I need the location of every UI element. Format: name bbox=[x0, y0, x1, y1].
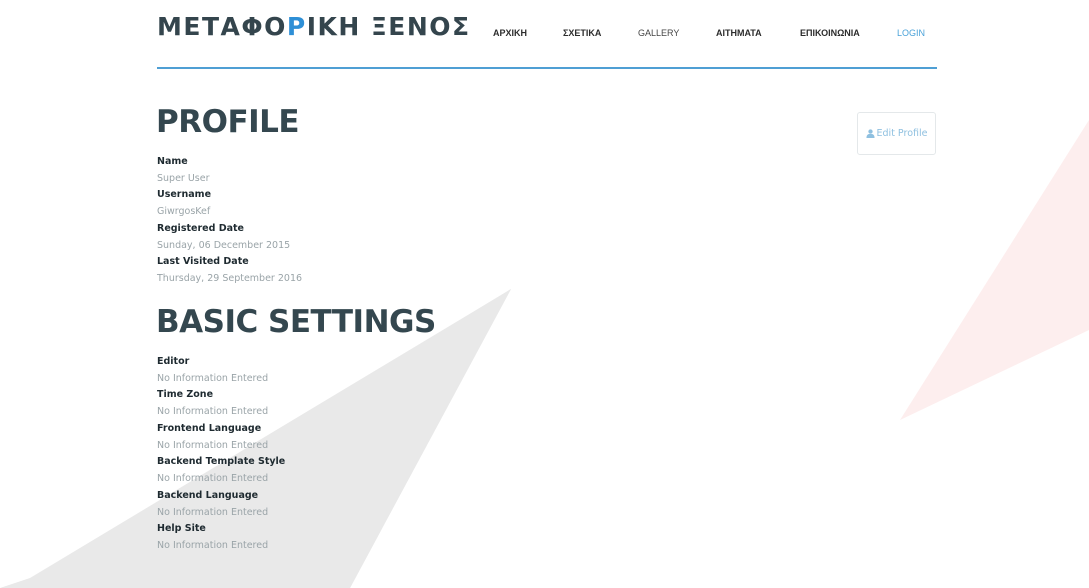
field-value-name: Super User bbox=[157, 173, 210, 184]
field-label-name: Name bbox=[157, 156, 188, 167]
header-divider bbox=[157, 67, 937, 69]
edit-profile-label: Edit Profile bbox=[876, 128, 928, 139]
nav-item-login[interactable]: LOGIN bbox=[897, 28, 925, 38]
field-value-help-site: No Information Entered bbox=[157, 540, 269, 551]
basic-settings-title: BASIC SETTINGS bbox=[156, 304, 436, 340]
nav-item-requests[interactable]: ΑΙΤΗΜΑΤΑ bbox=[716, 28, 762, 38]
nav-item-contact[interactable]: ΕΠΙΚΟΙΝΩΝΙΑ bbox=[800, 28, 860, 38]
field-value-editor: No Information Entered bbox=[157, 373, 269, 384]
field-label-registered-date: Registered Date bbox=[157, 223, 244, 234]
field-value-username: GiwrgosKef bbox=[157, 206, 211, 217]
field-label-backend-template-style: Backend Template Style bbox=[157, 456, 286, 467]
logo-text-accent: Ρ bbox=[286, 12, 307, 41]
field-value-backend-language: No Information Entered bbox=[157, 507, 269, 518]
field-value-last-visited-date: Thursday, 29 September 2016 bbox=[157, 273, 303, 284]
field-value-frontend-language: No Information Entered bbox=[157, 440, 269, 451]
page: ΜΕΤΑΦΟΡΙΚΗ ΞΕΝΟΣ ΑΡΧΙΚΗ ΣΧΕΤΙΚΑ GALLERY … bbox=[0, 0, 1089, 588]
nav-item-about[interactable]: ΣΧΕΤΙΚΑ bbox=[563, 28, 601, 38]
field-value-registered-date: Sunday, 06 December 2015 bbox=[157, 240, 291, 251]
site-logo[interactable]: ΜΕΤΑΦΟΡΙΚΗ ΞΕΝΟΣ bbox=[157, 12, 471, 41]
field-label-time-zone: Time Zone bbox=[157, 389, 214, 400]
nav-item-home[interactable]: ΑΡΧΙΚΗ bbox=[493, 28, 527, 38]
field-label-help-site: Help Site bbox=[157, 523, 206, 534]
logo-text-part2: ΙΚΗ ΞΕΝΟΣ bbox=[306, 12, 471, 41]
field-label-backend-language: Backend Language bbox=[157, 490, 259, 501]
field-label-editor: Editor bbox=[157, 356, 190, 367]
user-icon bbox=[865, 129, 875, 138]
nav-item-gallery[interactable]: GALLERY bbox=[638, 28, 679, 38]
logo-text-part1: ΜΕΤΑΦΟ bbox=[157, 12, 287, 41]
field-value-backend-template-style: No Information Entered bbox=[157, 473, 269, 484]
field-label-last-visited-date: Last Visited Date bbox=[157, 256, 249, 267]
content: ΜΕΤΑΦΟΡΙΚΗ ΞΕΝΟΣ ΑΡΧΙΚΗ ΣΧΕΤΙΚΑ GALLERY … bbox=[0, 0, 1089, 588]
edit-profile-button[interactable]: Edit Profile bbox=[857, 112, 936, 155]
profile-title: PROFILE bbox=[156, 104, 300, 140]
field-label-frontend-language: Frontend Language bbox=[157, 423, 262, 434]
field-label-username: Username bbox=[157, 189, 212, 200]
field-value-time-zone: No Information Entered bbox=[157, 406, 269, 417]
